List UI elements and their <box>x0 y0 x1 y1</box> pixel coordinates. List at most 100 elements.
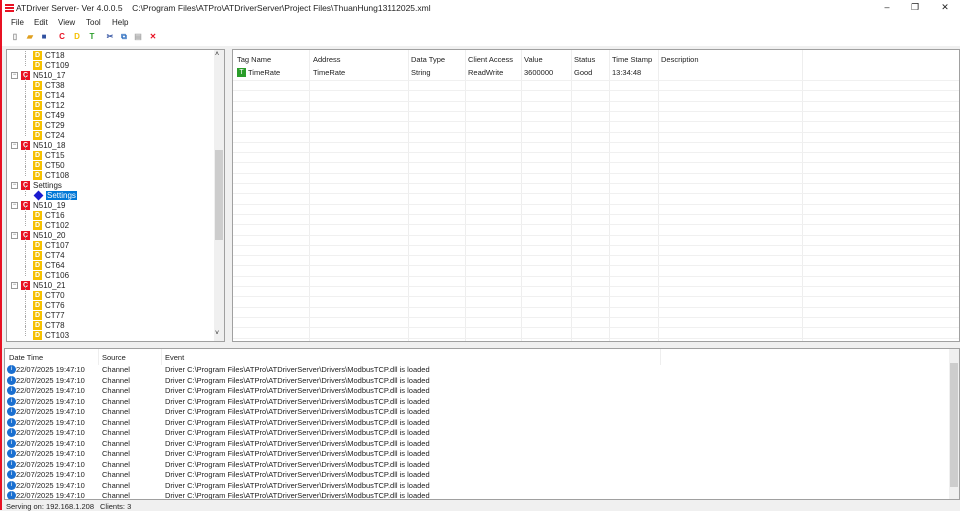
add-tag-button[interactable]: T <box>87 32 97 42</box>
grid-row-line <box>233 306 959 308</box>
maximize-button[interactable]: ❐ <box>900 2 930 14</box>
tree-node-device[interactable]: D CT102 <box>33 221 69 231</box>
menu-help[interactable]: Help <box>112 18 128 27</box>
tree-scroll-thumb[interactable] <box>215 150 223 240</box>
minimize-button[interactable]: – <box>872 2 902 14</box>
add-device-button[interactable]: D <box>72 32 82 42</box>
expand-toggle[interactable]: − <box>11 282 18 289</box>
tree-node-channel[interactable]: C N510_19 <box>21 201 65 211</box>
tree-node-device[interactable]: D CT24 <box>33 131 65 141</box>
log-cell: Driver C:\Program Files\ATPro\ATDriverSe… <box>165 407 430 416</box>
log-cell: Driver C:\Program Files\ATPro\ATDriverSe… <box>165 396 430 406</box>
log-column-header[interactable]: Source <box>102 353 126 362</box>
column-header[interactable]: Address <box>313 55 341 64</box>
tree-connector <box>25 246 26 256</box>
open-button[interactable]: ▰ <box>25 32 35 42</box>
log-row[interactable]: i 22/07/2025 19:47:10 Channel Driver C:\Pro… <box>5 375 959 386</box>
close-button[interactable]: ✕ <box>930 2 960 14</box>
log-row[interactable]: i 22/07/2025 19:47:10 Channel Driver C:\Pro… <box>5 449 959 459</box>
new-button[interactable]: ▯ <box>10 32 20 42</box>
column-divider <box>571 50 572 341</box>
expand-toggle[interactable]: − <box>11 202 18 209</box>
tree-node-device[interactable]: D CT70 <box>33 291 65 301</box>
log-row[interactable]: i 22/07/2025 19:47:10 Channel Driver C:\Pro… <box>5 491 959 499</box>
scroll-down-icon[interactable]: ˅ <box>215 330 219 337</box>
tree-node-device[interactable]: D CT14 <box>33 91 65 101</box>
menu-edit[interactable]: Edit <box>34 18 48 27</box>
log-row[interactable]: i 22/07/2025 19:47:10 Channel Driver C:\Pro… <box>5 480 959 491</box>
expand-toggle[interactable]: − <box>11 232 18 239</box>
log-row[interactable]: i 22/07/2025 19:47:10 Channel Driver C:\Pro… <box>5 417 959 428</box>
log-column-header[interactable]: Event <box>165 353 184 362</box>
tree-node-device[interactable]: D CT103 <box>33 331 69 341</box>
tree-node-device[interactable]: D CT109 <box>33 61 69 71</box>
expand-toggle[interactable]: − <box>11 72 18 79</box>
log-datetime: 22/07/2025 19:47:10 <box>16 449 85 458</box>
column-header[interactable]: Tag Name <box>237 55 271 64</box>
tree-node-device[interactable]: D CT29 <box>33 121 65 131</box>
scroll-up-icon[interactable]: ˄ <box>215 51 219 58</box>
log-cell: i 22/07/2025 19:47:10 <box>7 470 85 480</box>
log-row[interactable]: i 22/07/2025 19:47:10 Channel Driver C:\Pro… <box>5 470 959 480</box>
menu-tool[interactable]: Tool <box>86 18 101 27</box>
tree-scrollbar[interactable]: ˄ ˅ <box>214 50 224 341</box>
column-header[interactable]: Client Access <box>468 55 513 64</box>
column-header[interactable]: Data Type <box>411 55 445 64</box>
tree-node-channel[interactable]: C N510_21 <box>21 281 65 291</box>
log-column-header[interactable]: Date Time <box>9 353 43 362</box>
tree-node-device[interactable]: D CT74 <box>33 251 65 261</box>
tree-node-channel[interactable]: C N510_17 <box>21 71 65 81</box>
tree-node-device[interactable]: D CT12 <box>33 101 65 111</box>
tree-node-device[interactable]: D CT78 <box>33 321 65 331</box>
log-row[interactable]: i 22/07/2025 19:47:10 Channel Driver C:\Pro… <box>5 428 959 438</box>
tree-connector <box>25 126 26 136</box>
save-button[interactable]: ■ <box>39 32 49 42</box>
expand-toggle[interactable]: − <box>11 142 18 149</box>
device-icon: D <box>33 161 42 170</box>
cut-button[interactable]: ✂ <box>105 32 115 42</box>
tree-connector <box>25 96 26 106</box>
grid-row-line <box>233 141 959 143</box>
tree-node-channel[interactable]: C N510_18 <box>21 141 65 151</box>
column-header[interactable]: Value <box>524 55 543 64</box>
tree-node-device[interactable]: D CT77 <box>33 311 65 321</box>
tree-node-label: CT49 <box>45 111 65 120</box>
column-header[interactable]: Status <box>574 55 595 64</box>
copy-icon: ⧉ <box>121 32 127 41</box>
tree-node-device[interactable]: D CT15 <box>33 151 65 161</box>
delete-button[interactable]: ✕ <box>148 32 158 42</box>
tree-node-device[interactable]: D CT108 <box>33 171 69 181</box>
tree-node-channel[interactable]: C N510_20 <box>21 231 65 241</box>
tree-node-device[interactable]: D CT38 <box>33 81 65 91</box>
log-row[interactable]: i 22/07/2025 19:47:10 Channel Driver C:\Pro… <box>5 407 959 417</box>
tree-node-device[interactable]: D CT49 <box>33 111 65 121</box>
paste-button[interactable]: ▤ <box>133 32 143 42</box>
tree-node-device[interactable]: D CT18 <box>33 51 65 61</box>
column-divider <box>465 50 466 341</box>
tree-node-device[interactable]: D CT50 <box>33 161 65 171</box>
log-row[interactable]: i 22/07/2025 19:47:10 Channel Driver C:\Pro… <box>5 459 959 470</box>
log-row[interactable]: i 22/07/2025 19:47:10 Channel Driver C:\Pro… <box>5 438 959 449</box>
log-row[interactable]: i 22/07/2025 19:47:10 Channel Driver C:\Pro… <box>5 365 959 375</box>
column-header[interactable]: Time Stamp <box>612 55 652 64</box>
menu-view[interactable]: View <box>58 18 75 27</box>
log-row[interactable]: i 22/07/2025 19:47:10 Channel Driver C:\Pro… <box>5 396 959 407</box>
tree-node-device[interactable]: D CT107 <box>33 241 69 251</box>
tree-node-settings[interactable]: Settings <box>33 190 77 201</box>
tree-node-device[interactable]: D CT76 <box>33 301 65 311</box>
tree-node-device[interactable]: D CT64 <box>33 261 65 271</box>
log-cell: Driver C:\Program Files\ATPro\ATDriverSe… <box>165 470 430 479</box>
column-header[interactable]: Description <box>661 55 699 64</box>
grid-row-line <box>233 296 959 298</box>
menu-file[interactable]: File <box>11 18 24 27</box>
device-icon: D <box>33 291 42 300</box>
add-channel-button[interactable]: C <box>57 32 67 42</box>
tree-node-device[interactable]: D CT16 <box>33 211 65 221</box>
tag-row[interactable]: T TimeRate TimeRate String ReadWrite 3600000 G… <box>233 68 959 78</box>
tree-node-channel[interactable]: C Settings <box>21 181 62 191</box>
expand-toggle[interactable]: − <box>11 182 18 189</box>
copy-button[interactable]: ⧉ <box>119 32 129 42</box>
tree-node-device[interactable]: D CT106 <box>33 271 69 281</box>
log-row[interactable]: i 22/07/2025 19:47:10 Channel Driver C:\Pro… <box>5 386 959 396</box>
splitter[interactable] <box>2 344 960 347</box>
